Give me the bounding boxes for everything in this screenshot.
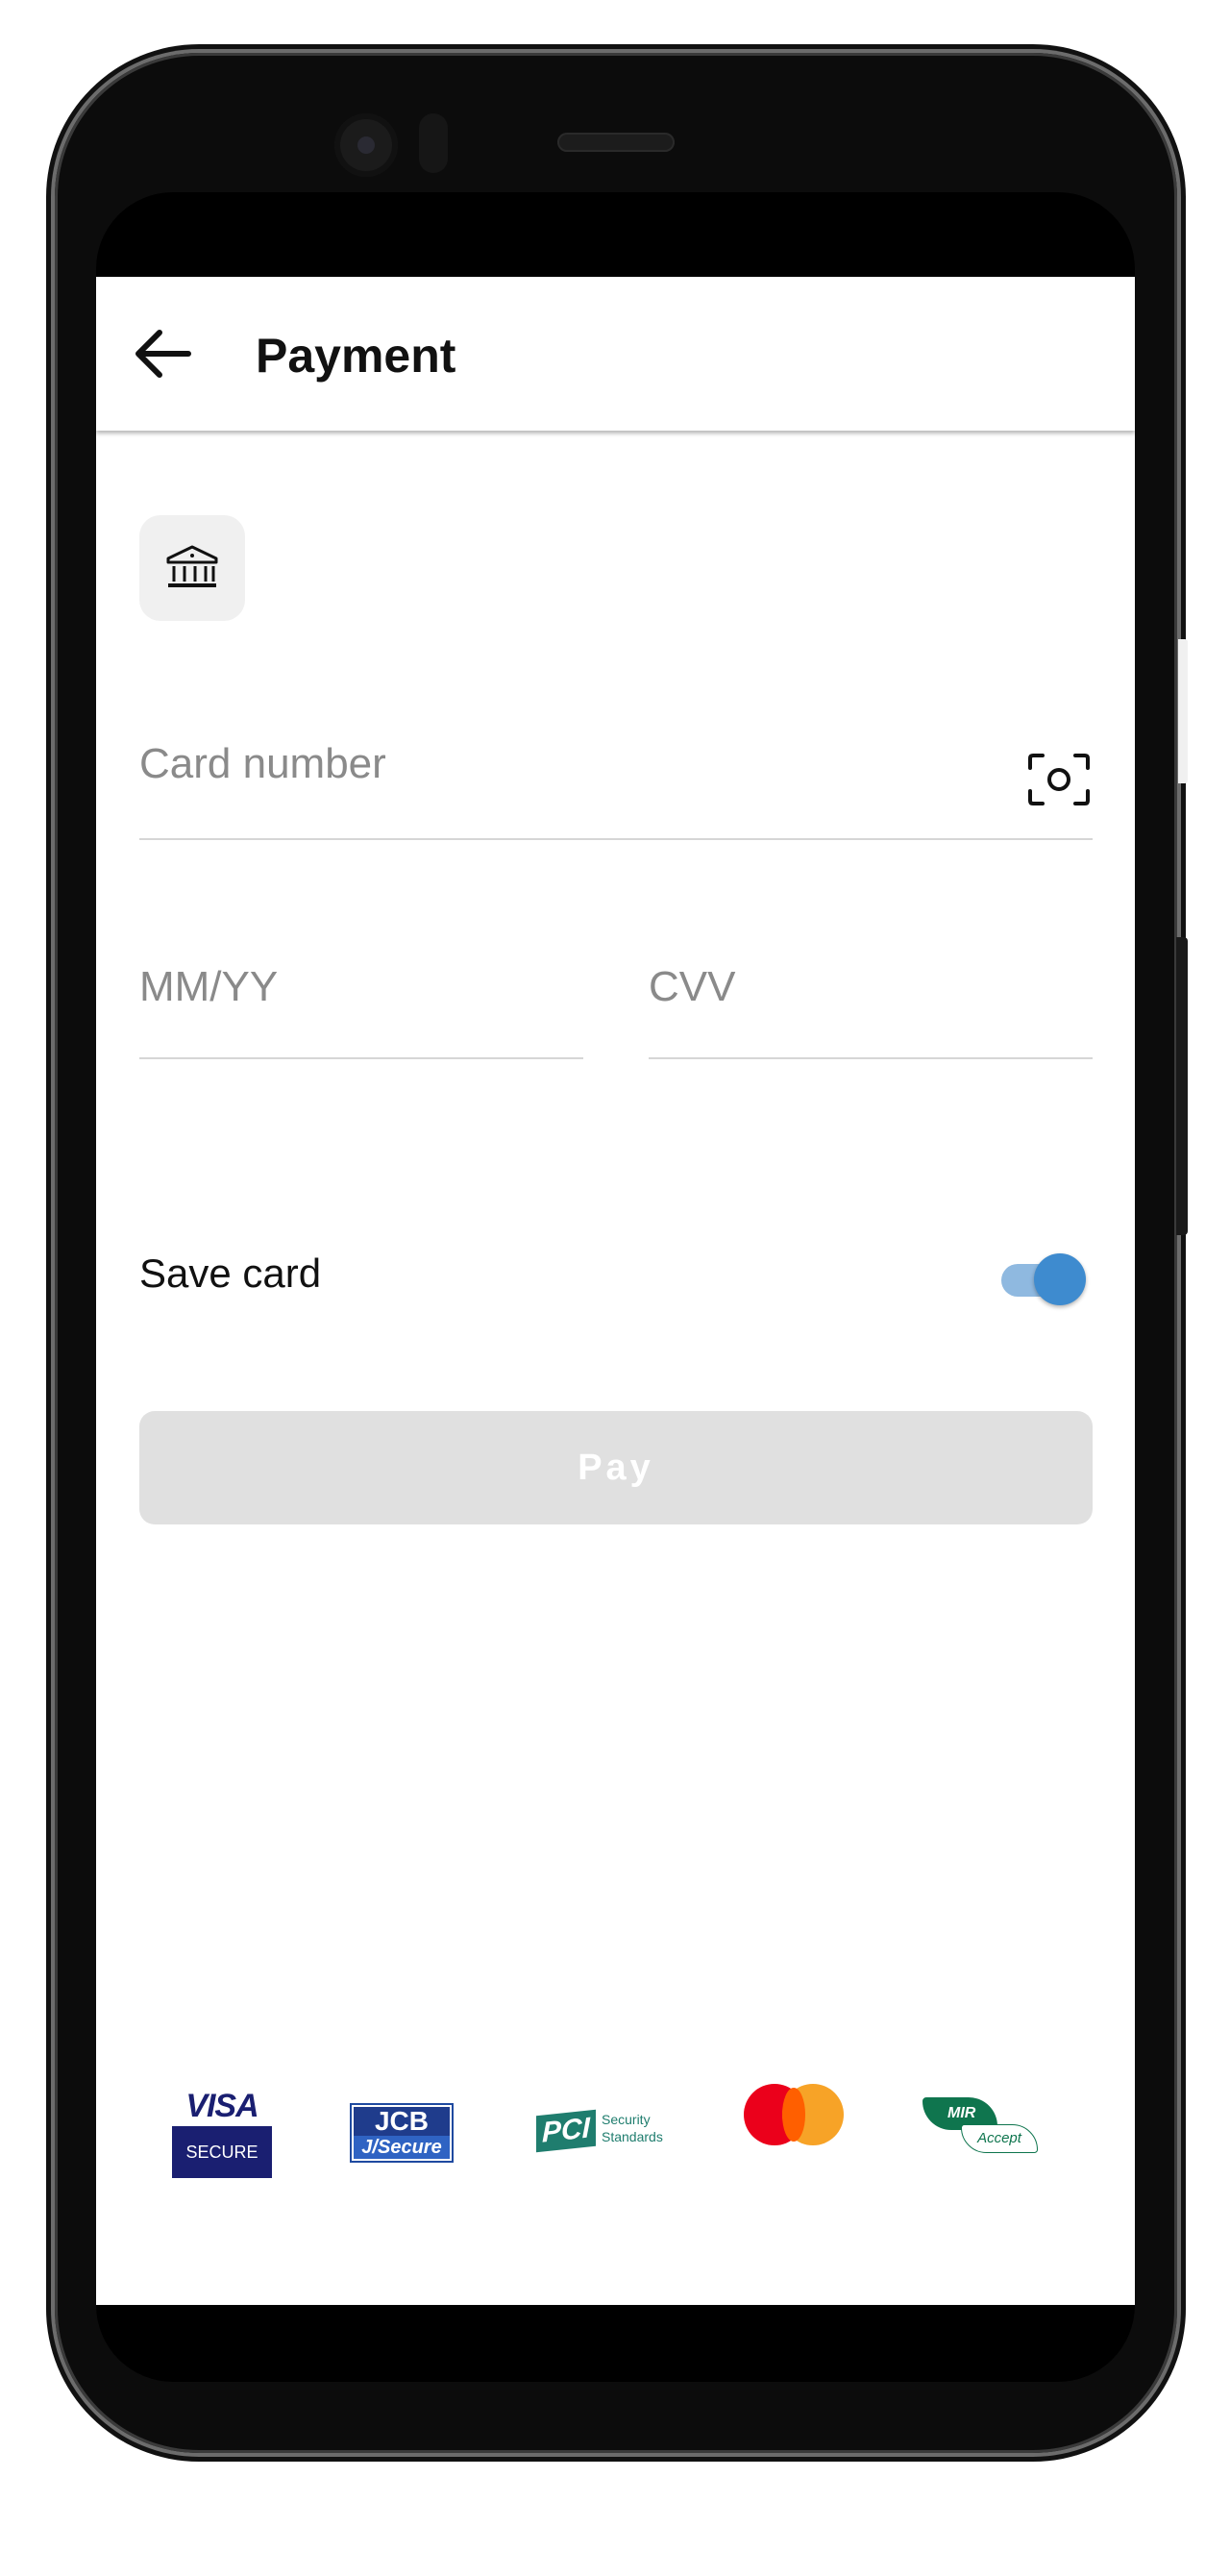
bank-icon bbox=[166, 545, 218, 587]
power-button bbox=[1176, 937, 1188, 1235]
visa-secure-text: SECURE bbox=[172, 2126, 272, 2178]
expiry-placeholder: MM/YY bbox=[139, 963, 279, 1010]
jcb-jsecure-logo: JCB J/Secure bbox=[350, 2103, 454, 2163]
front-camera bbox=[334, 113, 398, 177]
mastercard-logo bbox=[744, 2084, 844, 2145]
pci-line-1: Security bbox=[602, 2112, 651, 2127]
card-number-placeholder: Card number bbox=[139, 740, 386, 787]
visa-secure-logo: VISA SECURE bbox=[172, 2088, 272, 2180]
pci-logo: PCI Security Standards bbox=[536, 2107, 671, 2157]
save-card-label: Save card bbox=[139, 1251, 322, 1296]
pci-standards-text: Security Standards bbox=[602, 2111, 663, 2145]
camera-scan-icon bbox=[1028, 754, 1090, 805]
expiry-field[interactable]: MM/YY bbox=[139, 950, 583, 1059]
jcb-frame: JCB J/Secure bbox=[350, 2103, 454, 2163]
visa-wordmark: VISA bbox=[185, 2088, 258, 2124]
pci-mark: PCI bbox=[536, 2109, 596, 2153]
security-logos: VISA SECURE JCB J/Secure PCI Security St… bbox=[96, 2065, 1135, 2209]
mir-accept-logo: MIR Accept bbox=[922, 2097, 1042, 2157]
payment-method-chip[interactable] bbox=[139, 515, 245, 621]
back-button[interactable] bbox=[125, 315, 202, 392]
proximity-sensor bbox=[419, 113, 448, 173]
scan-card-button[interactable] bbox=[1025, 746, 1093, 813]
pci-line-2: Standards bbox=[602, 2129, 663, 2144]
pay-button[interactable]: Pay bbox=[139, 1411, 1093, 1524]
earpiece-speaker bbox=[557, 133, 675, 152]
cvv-field[interactable]: CVV bbox=[649, 950, 1093, 1059]
volume-button bbox=[1178, 639, 1188, 783]
mastercard-overlap bbox=[782, 2088, 805, 2142]
payment-screen: Payment Card number MM/YY CVV Save card … bbox=[96, 277, 1135, 2305]
toggle-thumb bbox=[1034, 1253, 1086, 1305]
save-card-toggle[interactable] bbox=[999, 1250, 1086, 1307]
app-bar: Payment bbox=[96, 277, 1135, 431]
mir-accept-text: Accept bbox=[961, 2124, 1038, 2153]
card-number-field[interactable]: Card number bbox=[139, 727, 1093, 840]
cvv-placeholder: CVV bbox=[649, 963, 736, 1010]
jcb-wordmark: JCB bbox=[354, 2107, 450, 2136]
jsecure-text: J/Secure bbox=[354, 2136, 450, 2159]
page-title: Payment bbox=[256, 329, 456, 383]
phone-screen: Payment Card number MM/YY CVV Save card … bbox=[96, 192, 1135, 2382]
arrow-left-icon bbox=[135, 330, 191, 378]
